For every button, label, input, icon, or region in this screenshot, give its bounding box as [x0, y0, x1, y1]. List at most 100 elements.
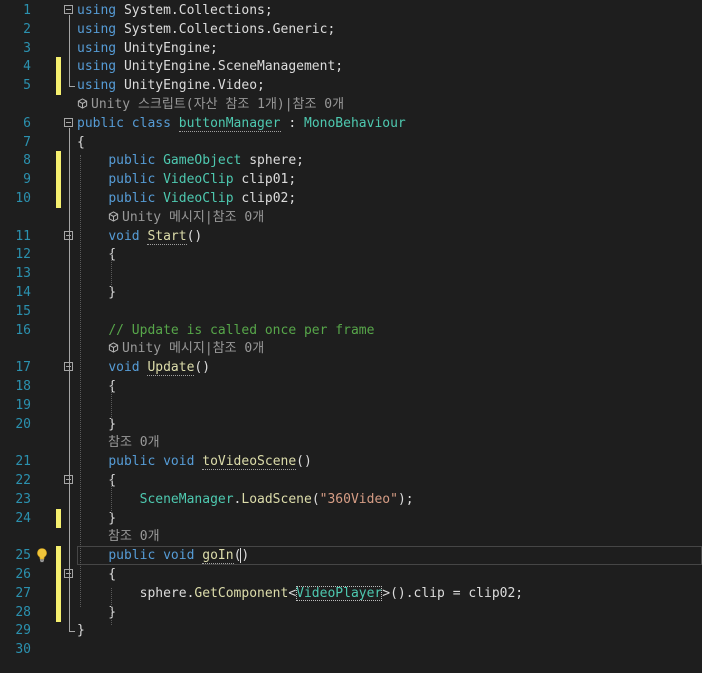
- code-line[interactable]: 16 // Update is called once per frame: [0, 321, 702, 340]
- code-token: class: [131, 115, 171, 131]
- codelens-row[interactable]: 참조 0개: [0, 527, 702, 546]
- code-token: VideoClip: [163, 172, 234, 188]
- code-text: using UnityEngine;: [77, 39, 218, 58]
- collapse-icon[interactable]: [64, 5, 73, 14]
- codelens-text[interactable]: 참조 0개: [108, 529, 160, 544]
- modified-line-indicator: [56, 565, 61, 584]
- code-line[interactable]: 17 void Update(): [0, 358, 702, 377]
- code-token: SceneManager: [139, 491, 234, 507]
- code-line[interactable]: 21 public void toVideoScene(): [0, 452, 702, 471]
- code-line[interactable]: 13: [0, 264, 702, 283]
- code-line[interactable]: 4 using UnityEngine.SceneManagement;: [0, 57, 702, 77]
- code-line[interactable]: 23 SceneManager.LoadScene("360Video");: [0, 490, 702, 509]
- code-token: System.Collections.Generic;: [116, 21, 336, 37]
- code-text: {: [77, 565, 116, 584]
- codelens[interactable]: 참조 0개: [108, 527, 160, 546]
- code-line[interactable]: 11 void Start(): [0, 227, 702, 246]
- using-fold-region: [69, 15, 70, 87]
- codelens-row[interactable]: 참조 0개: [0, 433, 702, 452]
- unity-cube-icon: [108, 341, 122, 356]
- code-token: sphere;: [241, 153, 305, 169]
- codelens-text[interactable]: 참조 0개: [108, 435, 160, 450]
- code-token: using: [77, 3, 117, 18]
- code-line[interactable]: 27 sphere.GetComponent<VideoPlayer>().cl…: [0, 583, 702, 603]
- code-line[interactable]: 3 using UnityEngine;: [0, 39, 702, 58]
- code-token: void: [108, 228, 140, 244]
- line-number: 8: [23, 153, 31, 169]
- codelens[interactable]: Unity 메시지|참조 0개: [108, 208, 264, 227]
- code-line[interactable]: 24 }: [0, 508, 702, 528]
- code-token: );: [397, 491, 414, 507]
- codelens-text[interactable]: Unity 메시지|참조 0개: [122, 210, 264, 225]
- code-text: using System.Collections.Generic;: [77, 20, 335, 39]
- line-number: 11: [15, 228, 31, 244]
- code-text: void Update(): [77, 358, 210, 377]
- codelens-row[interactable]: Unity 메시지|참조 0개: [0, 339, 702, 358]
- code-text: public VideoClip clip02;: [77, 189, 296, 208]
- current-line-highlight: [77, 546, 702, 566]
- code-line[interactable]: 19: [0, 396, 702, 415]
- code-token: toVideoScene: [202, 454, 297, 471]
- code-text: {: [77, 133, 85, 152]
- code-line[interactable]: 30: [0, 640, 702, 659]
- code-token: public: [108, 153, 156, 169]
- code-token: using: [77, 59, 117, 75]
- codelens[interactable]: 참조 0개: [108, 433, 160, 452]
- code-line[interactable]: 22 {: [0, 471, 702, 490]
- text-caret: [239, 548, 241, 564]
- code-line[interactable]: 20 }: [0, 415, 702, 434]
- code-line[interactable]: 6 public class buttonManager : MonoBehavi…: [0, 114, 702, 133]
- code-line[interactable]: 18 {: [0, 377, 702, 396]
- code-line[interactable]: 12 {: [0, 245, 702, 264]
- line-number: 24: [15, 510, 31, 526]
- codelens[interactable]: Unity 메시지|참조 0개: [108, 339, 264, 358]
- code-line[interactable]: 28 }: [0, 602, 702, 622]
- code-token: <: [288, 585, 297, 601]
- code-token: public: [108, 191, 156, 206]
- line-number: 18: [15, 379, 31, 394]
- indent-guide: [111, 249, 112, 287]
- code-line[interactable]: 1 using System.Collections;: [0, 1, 702, 20]
- code-token: >().clip = clip02;: [382, 585, 524, 601]
- codelens-row[interactable]: Unity 메시지|참조 0개: [0, 208, 702, 227]
- line-number: 21: [15, 454, 31, 470]
- codelens-text[interactable]: Unity 스크립트(자산 참조 1개)|참조 0개: [91, 97, 344, 112]
- code-line[interactable]: 5 using UnityEngine.Video;: [0, 76, 702, 96]
- code-line[interactable]: 26 {: [0, 565, 702, 584]
- code-line[interactable]: 14 }: [0, 283, 702, 302]
- codelens-text[interactable]: Unity 메시지|참조 0개: [122, 341, 264, 356]
- indent-guide: [80, 155, 81, 607]
- code-line[interactable]: 10 public VideoClip clip02;: [0, 189, 702, 208]
- code-text: public void toVideoScene(): [77, 452, 312, 471]
- code-line[interactable]: 7{: [0, 133, 702, 152]
- code-editor[interactable]: 1 using System.Collections; 2 using System.…: [0, 0, 702, 673]
- code-token: UnityEngine.Video;: [116, 78, 265, 94]
- indent-guide: [111, 475, 112, 513]
- code-text: void Start(): [77, 227, 202, 246]
- line-number: 12: [15, 247, 31, 263]
- code-token: System.Collections;: [116, 3, 273, 18]
- using-fold-region-end: [69, 86, 75, 88]
- lightbulb-icon[interactable]: [34, 547, 50, 563]
- code-line[interactable]: 8 public GameObject sphere;: [0, 151, 702, 171]
- modified-line-indicator: [56, 76, 61, 96]
- code-line[interactable]: 29}: [0, 621, 702, 640]
- code-line[interactable]: 2 using System.Collections.Generic;: [0, 20, 702, 39]
- line-number: 7: [23, 134, 31, 150]
- collapse-icon[interactable]: [64, 117, 73, 127]
- code-text: public VideoClip clip01;: [77, 170, 296, 189]
- code-line[interactable]: 15: [0, 302, 702, 321]
- code-token: (: [311, 491, 320, 507]
- code-line[interactable]: 9 public VideoClip clip01;: [0, 170, 702, 190]
- code-token: public: [108, 454, 156, 470]
- codelens[interactable]: Unity 스크립트(자산 참조 1개)|참조 0개: [77, 95, 344, 114]
- line-number: 25: [15, 548, 31, 564]
- code-token: clip01;: [233, 172, 297, 188]
- line-number: 5: [23, 78, 31, 94]
- codelens-row[interactable]: Unity 스크립트(자산 참조 1개)|참조 0개: [0, 95, 702, 114]
